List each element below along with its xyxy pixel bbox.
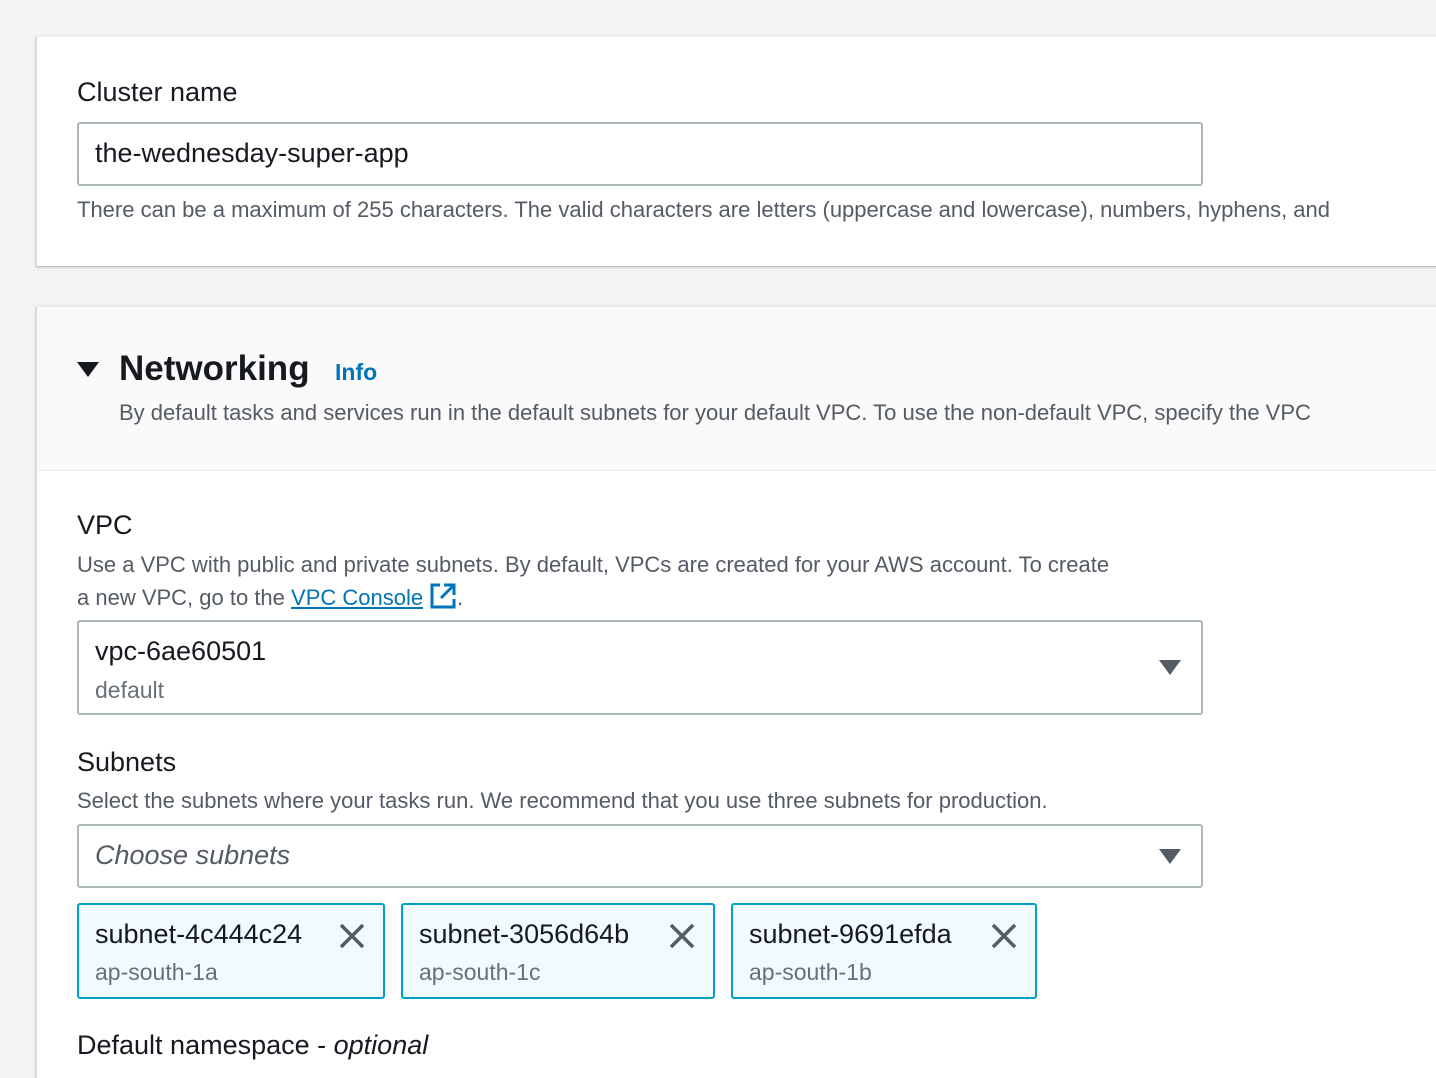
- page: Cluster name the-wednesday-super-app The…: [0, 0, 1436, 1078]
- vpc-description-line1: Use a VPC with public and private subnet…: [77, 552, 1110, 577]
- subnet-token-name: subnet-9691efda: [749, 919, 952, 949]
- subnet-token-name: subnet-3056d64b: [419, 919, 630, 949]
- subnet-token-az: ap-south-1c: [419, 959, 541, 985]
- chevron-down-icon: [1159, 660, 1181, 675]
- vpc-description-line2: a new VPC, go to the VPC Console .: [77, 582, 463, 612]
- vpc-console-link[interactable]: VPC Console: [291, 585, 423, 610]
- subnet-token-az: ap-south-1a: [95, 959, 218, 985]
- cluster-name-label: Cluster name: [77, 77, 238, 107]
- cluster-name-hint: There can be a maximum of 255 characters…: [77, 197, 1331, 222]
- cluster-config-card: Cluster name the-wednesday-super-app The…: [36, 36, 1436, 266]
- cluster-name-value: the-wednesday-super-app: [95, 138, 409, 168]
- info-link[interactable]: Info: [335, 359, 377, 386]
- subnets-placeholder: Choose subnets: [95, 840, 291, 870]
- namespace-label: Default namespace - optional: [77, 1030, 428, 1061]
- vpc-desc-suffix: .: [457, 585, 464, 610]
- namespace-optional: optional: [333, 1030, 429, 1060]
- subnets-multiselect[interactable]: Choose subnets: [77, 824, 1203, 888]
- vpc-desc-prefix: a new VPC, go to the: [77, 585, 292, 610]
- subnet-token: subnet-4c444c24 ap-south-1a: [77, 903, 385, 999]
- external-link-icon[interactable]: [429, 582, 457, 610]
- vpc-console-link-text: VPC Console: [291, 585, 424, 610]
- close-icon[interactable]: [989, 921, 1019, 951]
- namespace-label-text: Default namespace -: [77, 1030, 334, 1060]
- subnets-description: Select the subnets where your tasks run.…: [77, 788, 1048, 813]
- subnets-label: Subnets: [77, 747, 177, 777]
- networking-description: By default tasks and services run in the…: [119, 400, 1311, 425]
- expand-triangle-icon[interactable]: [77, 362, 99, 377]
- chevron-down-icon: [1159, 849, 1181, 864]
- close-icon[interactable]: [667, 921, 697, 951]
- networking-card: Networking Info By default tasks and ser…: [36, 306, 1436, 1078]
- subnet-token: subnet-3056d64b ap-south-1c: [401, 903, 715, 999]
- vpc-select[interactable]: vpc-6ae60501 default: [77, 620, 1203, 715]
- subnet-token-name: subnet-4c444c24: [95, 919, 303, 949]
- vpc-selected-sub: default: [95, 677, 165, 703]
- vpc-selected-value: vpc-6ae60501: [95, 636, 267, 666]
- cluster-name-input[interactable]: the-wednesday-super-app: [77, 122, 1203, 186]
- networking-title: Networking: [119, 349, 310, 388]
- subnet-token-az: ap-south-1b: [749, 959, 872, 985]
- subnet-token: subnet-9691efda ap-south-1b: [731, 903, 1037, 999]
- networking-header[interactable]: Networking Info By default tasks and ser…: [37, 307, 1436, 471]
- vpc-label: VPC: [77, 510, 133, 540]
- close-icon[interactable]: [337, 921, 367, 951]
